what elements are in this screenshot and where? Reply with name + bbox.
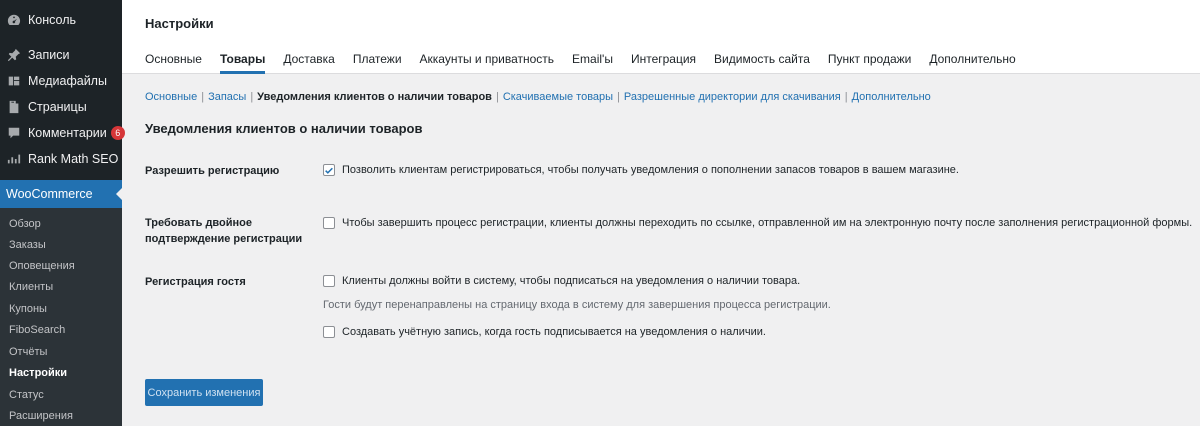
submenu-item-settings[interactable]: Настройки	[9, 365, 67, 381]
subsection-link-download-dirs[interactable]: Разрешенные директории для скачивания	[624, 91, 841, 103]
tab-emails[interactable]: Email'ы	[572, 44, 613, 74]
allow-registration-option[interactable]: Позволить клиентам регистрироваться, что…	[323, 164, 959, 176]
menu-item-label: Комментарии	[28, 126, 107, 140]
woocommerce-submenu: Обзор Заказы Оповещения Клиенты Купоны F…	[0, 208, 122, 426]
chart-icon	[6, 151, 22, 167]
menu-item-woocommerce[interactable]: WooCommerce	[0, 180, 122, 212]
dashboard-icon	[6, 12, 22, 28]
submenu-item-notifications[interactable]: Оповещения	[9, 258, 75, 274]
save-changes-button[interactable]: Сохранить изменения	[145, 379, 263, 406]
subsection-link-inventory[interactable]: Запасы	[208, 91, 246, 103]
settings-content: Основные | Запасы | Уведомления клиентов о н…	[122, 75, 1200, 426]
guest-create-account-option[interactable]: Создавать учётную запись, когда гость по…	[323, 326, 766, 338]
menu-item-media[interactable]: Медиафайлы	[0, 68, 122, 94]
menu-item-label: Консоль	[28, 13, 77, 27]
guest-login-required-option[interactable]: Клиенты должны войти в систему, чтобы по…	[323, 275, 800, 287]
tab-shipping[interactable]: Доставка	[283, 44, 335, 74]
tab-site-visibility[interactable]: Видимость сайта	[714, 44, 810, 74]
submenu-item-fibosearch[interactable]: FiboSearch	[9, 322, 65, 338]
submenu-item-orders[interactable]: Заказы	[9, 237, 46, 253]
double-optin-label: Требовать двойное подтверждение регистра…	[145, 217, 303, 245]
guest-registration-label: Регистрация гостя	[145, 276, 246, 288]
tab-payments[interactable]: Платежи	[353, 44, 402, 74]
submenu-item-customers[interactable]: Клиенты	[9, 279, 53, 295]
menu-item-label: Страницы	[28, 100, 87, 114]
settings-tabs: Основные Товары Доставка Платежи Аккаунт…	[145, 44, 1034, 74]
guest-login-required-checkbox[interactable]	[323, 275, 335, 287]
tab-point-of-sale[interactable]: Пункт продажи	[828, 44, 911, 74]
allow-registration-checkbox[interactable]	[323, 164, 335, 176]
subsection-link-downloadable[interactable]: Скачиваемые товары	[503, 91, 613, 103]
menu-item-label: WooCommerce	[6, 187, 93, 201]
guest-create-account-checkbox[interactable]	[323, 326, 335, 338]
submenu-item-overview[interactable]: Обзор	[9, 216, 41, 232]
menu-item-label: Записи	[28, 48, 70, 62]
comments-icon	[6, 125, 22, 141]
guest-registration-description: Гости будут перенаправлены на страницу в…	[323, 299, 831, 311]
pages-icon	[6, 99, 22, 115]
tab-accounts-privacy[interactable]: Аккаунты и приватность	[420, 44, 555, 74]
submenu-item-reports[interactable]: Отчёты	[9, 344, 47, 360]
double-optin-text: Чтобы завершить процесс регистрации, кли…	[342, 217, 1193, 229]
pin-icon	[6, 47, 22, 63]
guest-create-account-text: Создавать учётную запись, когда гость по…	[342, 326, 766, 338]
menu-item-rank-math[interactable]: Rank Math SEO	[0, 146, 122, 172]
checkmark-icon	[325, 167, 333, 174]
page-title: Настройки	[145, 16, 214, 31]
submenu-item-status[interactable]: Статус	[9, 387, 44, 403]
tab-integration[interactable]: Интеграция	[631, 44, 696, 74]
menu-item-label: Rank Math SEO	[28, 152, 119, 166]
tab-general[interactable]: Основные	[145, 44, 202, 74]
tab-products[interactable]: Товары	[219, 44, 266, 74]
subsection-link-general[interactable]: Основные	[145, 91, 197, 103]
double-optin-checkbox[interactable]	[323, 217, 335, 229]
menu-item-posts[interactable]: Записи	[0, 42, 122, 68]
submenu-item-coupons[interactable]: Купоны	[9, 301, 47, 317]
menu-item-label: Медиафайлы	[28, 74, 107, 88]
subsection-link-advanced[interactable]: Дополнительно	[852, 91, 931, 103]
menu-item-comments[interactable]: Комментарии 6	[0, 120, 125, 146]
allow-registration-label: Разрешить регистрацию	[145, 165, 280, 177]
admin-sidebar: Консоль Записи Медиафайлы Страницы Комме…	[0, 0, 125, 426]
tab-advanced[interactable]: Дополнительно	[929, 44, 1015, 74]
allow-registration-text: Позволить клиентам регистрироваться, что…	[342, 164, 959, 176]
subsection-current: Уведомления клиентов о наличии товаров	[257, 91, 492, 103]
guest-login-required-text: Клиенты должны войти в систему, чтобы по…	[342, 275, 801, 287]
submenu-item-extensions[interactable]: Расширения	[9, 408, 73, 424]
media-icon	[6, 73, 22, 89]
menu-item-dashboard[interactable]: Консоль	[0, 7, 122, 33]
settings-header: Настройки Основные Товары Доставка Плате…	[122, 0, 1200, 74]
sub-section-nav: Основные | Запасы | Уведомления клиентов о н…	[145, 91, 931, 103]
menu-item-pages[interactable]: Страницы	[0, 94, 122, 120]
double-optin-option[interactable]: Чтобы завершить процесс регистрации, кли…	[323, 217, 1192, 229]
section-title: Уведомления клиентов о наличии товаров	[145, 121, 423, 136]
